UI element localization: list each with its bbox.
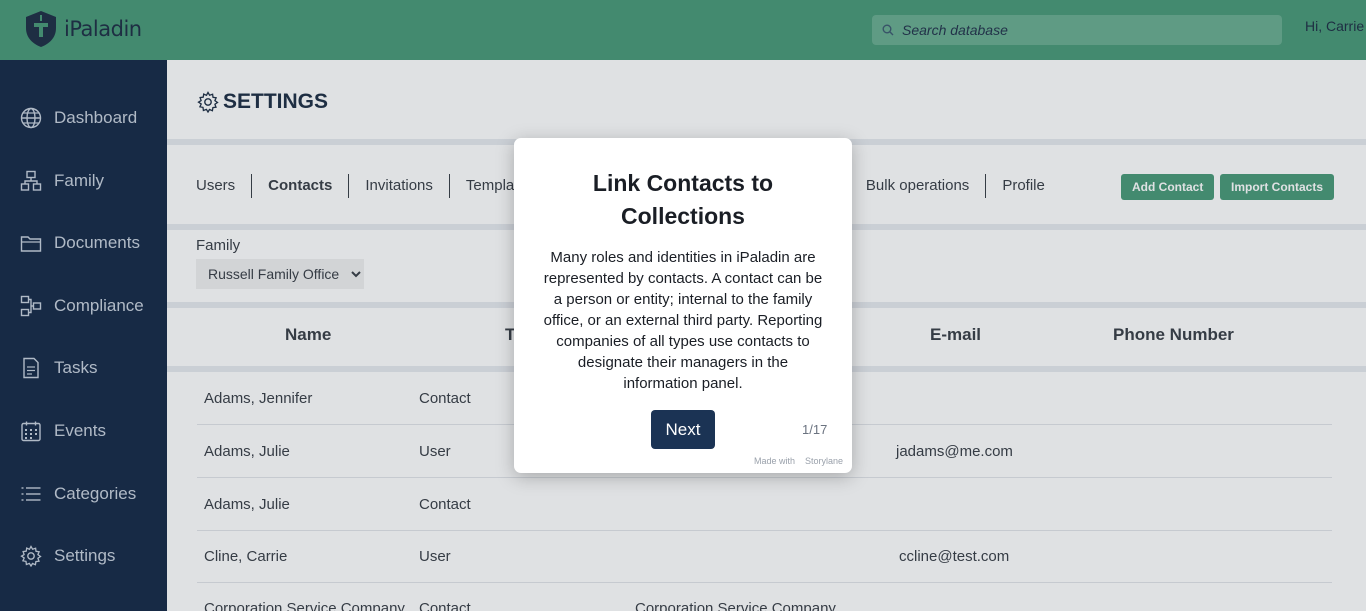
modal-title: Link Contacts to Collections [592,170,774,229]
storylane-brand: Storylane [805,456,844,466]
step-counter: 1/17 [802,422,828,437]
made-with-label: Made with [754,456,796,466]
tour-modal: Link Contacts to Collections Many roles … [514,138,852,473]
modal-body: Many roles and identities in iPaladin ar… [543,249,823,392]
made-with-footer[interactable]: Made with Storylane [754,456,843,466]
next-button[interactable]: Next [651,410,715,449]
